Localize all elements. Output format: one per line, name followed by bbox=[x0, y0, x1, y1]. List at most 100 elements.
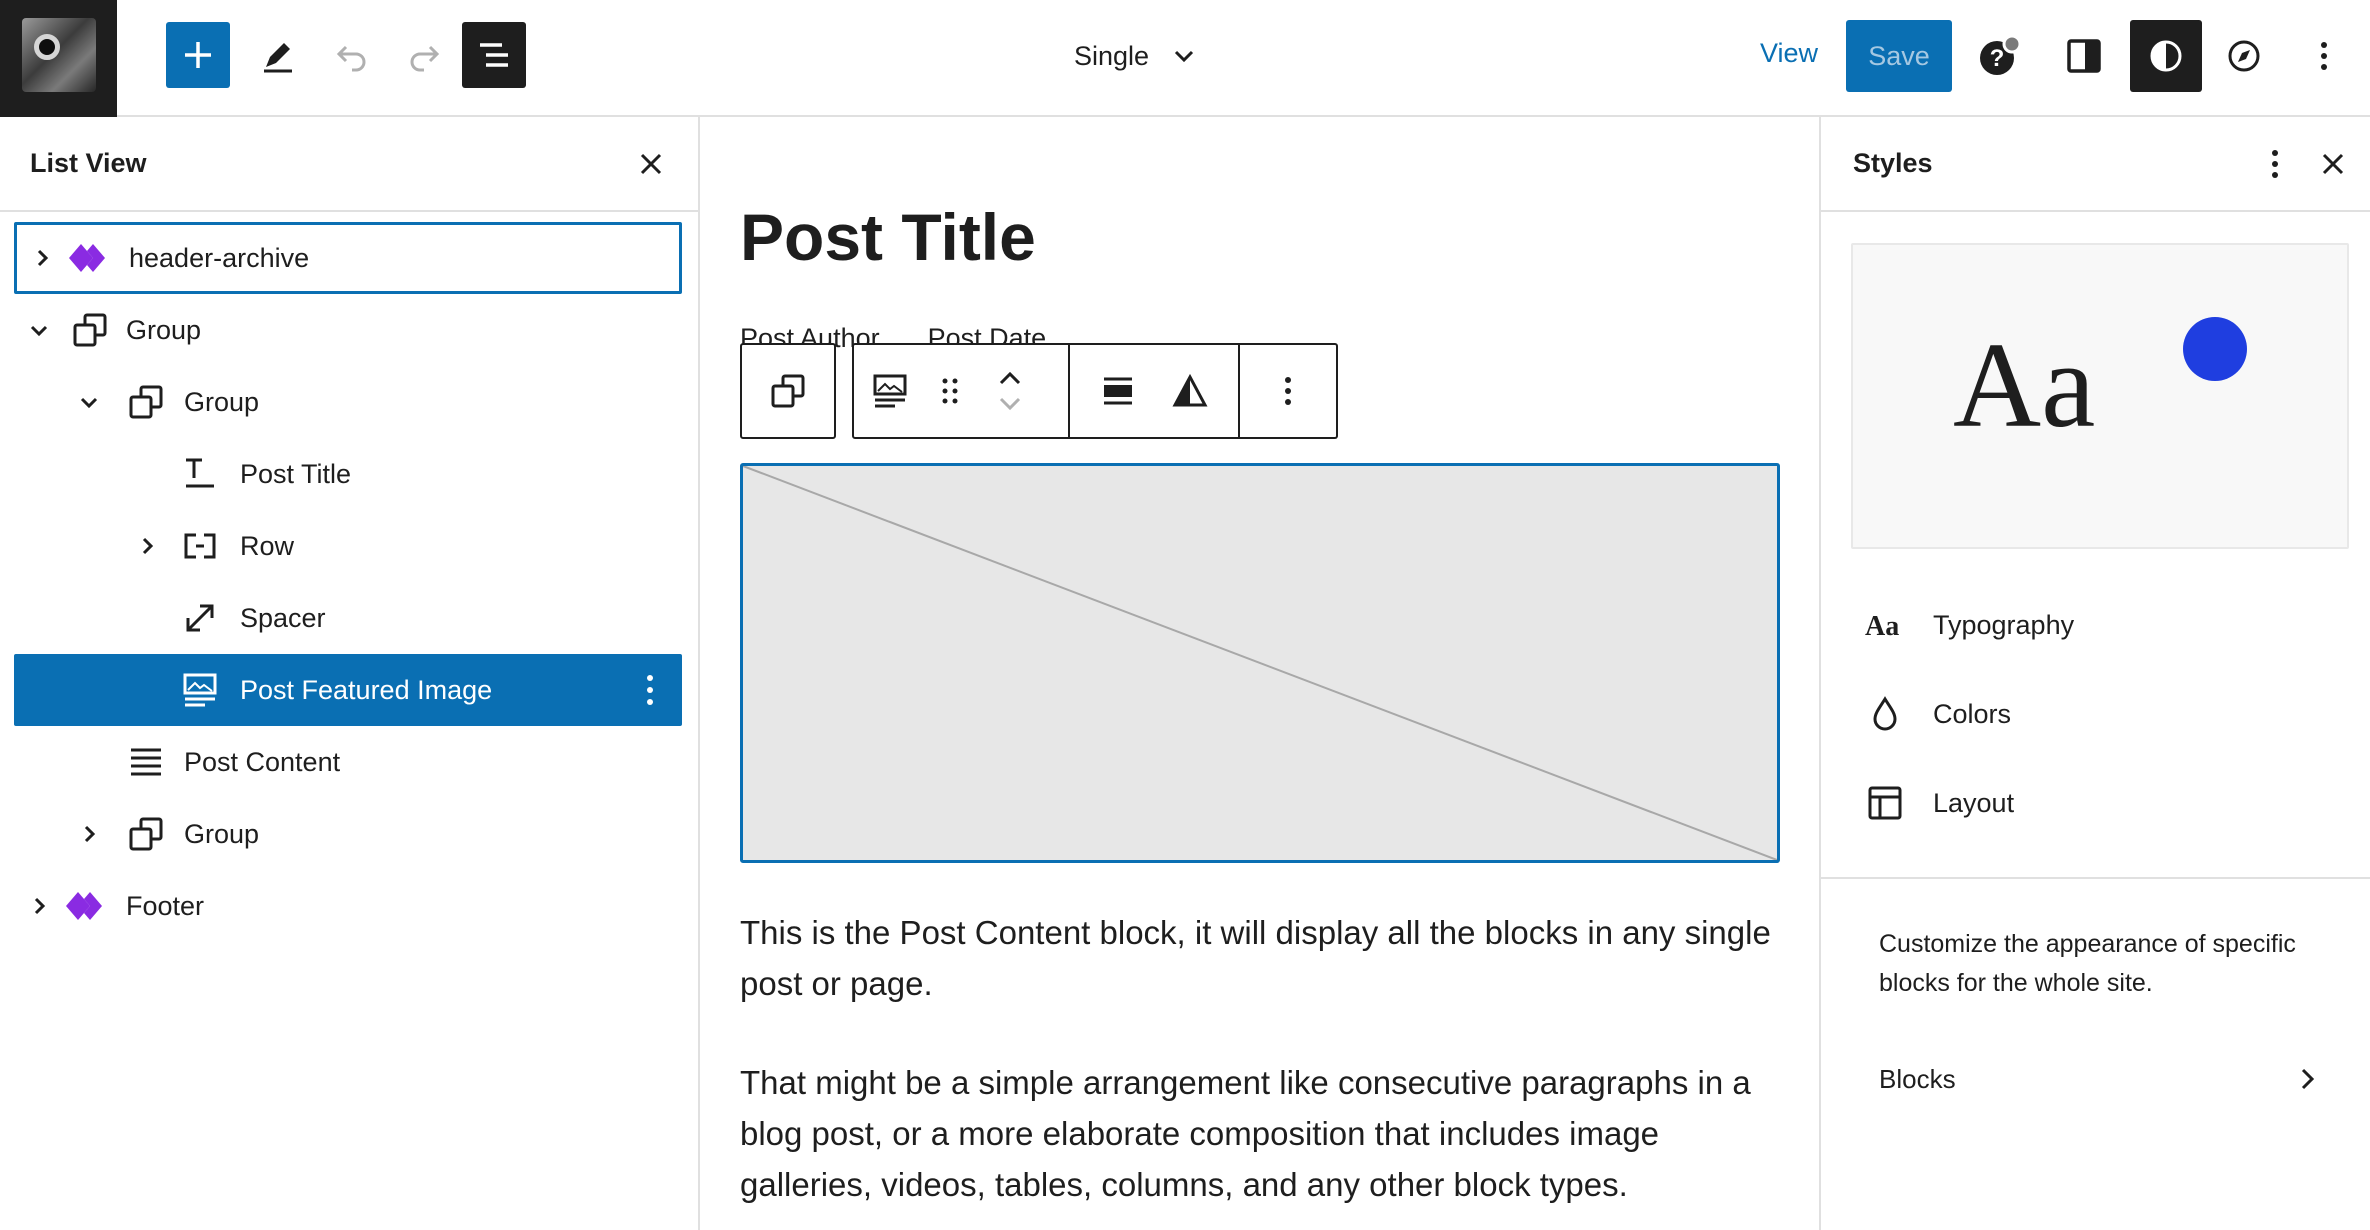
layout-nav-item[interactable]: Layout bbox=[1851, 763, 2349, 843]
list-view-tree: header-archive Group Group Post Title Ro… bbox=[0, 212, 698, 921]
chevron-right-icon[interactable] bbox=[132, 531, 162, 561]
options-group bbox=[1240, 343, 1338, 439]
template-part-icon bbox=[64, 886, 104, 926]
parent-selector-group bbox=[740, 343, 836, 439]
chevron-right-icon[interactable] bbox=[24, 891, 54, 921]
typography-nav-item[interactable]: Aa Typography bbox=[1851, 585, 2349, 665]
list-item-header-archive[interactable]: header-archive bbox=[14, 222, 682, 294]
block-type-group bbox=[852, 343, 1070, 439]
styles-panel: Styles Aa Aa Typography Colors Layout Cu… bbox=[1819, 117, 2370, 1230]
close-icon[interactable] bbox=[2316, 147, 2350, 181]
list-item-group[interactable]: Group bbox=[14, 798, 682, 870]
list-item-label: Post Featured Image bbox=[240, 674, 493, 705]
blocks-description: Customize the appearance of specific blo… bbox=[1879, 930, 2296, 997]
styles-toggle[interactable] bbox=[2130, 20, 2202, 92]
plus-icon bbox=[185, 42, 211, 68]
list-item-spacer[interactable]: Spacer bbox=[14, 582, 682, 654]
chevron-down-icon bbox=[1175, 50, 1194, 63]
blocks-nav-item[interactable]: Blocks bbox=[1879, 1049, 2319, 1109]
duotone-button[interactable] bbox=[1160, 345, 1220, 437]
post-title-icon bbox=[180, 454, 220, 494]
list-item-post-content[interactable]: Post Content bbox=[14, 726, 682, 798]
more-vertical-icon[interactable] bbox=[640, 670, 660, 710]
redo-button[interactable] bbox=[392, 22, 456, 88]
site-icon-button[interactable] bbox=[0, 0, 117, 117]
list-item-label: Footer bbox=[126, 890, 205, 921]
list-item-group[interactable]: Group bbox=[14, 294, 682, 366]
blocks-label: Blocks bbox=[1879, 1063, 1956, 1094]
chevron-down-icon[interactable] bbox=[74, 387, 104, 417]
editor-canvas[interactable]: Post Title Post Author Post Date This is… bbox=[702, 117, 1819, 1230]
document-title-dropdown[interactable]: Single bbox=[1074, 32, 1197, 80]
more-vertical-icon bbox=[2321, 42, 2327, 70]
row-icon bbox=[180, 526, 220, 566]
list-view-toggle[interactable] bbox=[462, 22, 526, 88]
typography-label: Typography bbox=[1933, 609, 2075, 640]
list-view-panel: List View header-archive Group Group Pos… bbox=[0, 117, 700, 1230]
duotone-icon bbox=[1172, 373, 1208, 407]
add-block-button[interactable] bbox=[166, 22, 230, 88]
styles-title: Styles bbox=[1853, 148, 1933, 178]
undo-button[interactable] bbox=[320, 22, 384, 88]
colors-nav-item[interactable]: Colors bbox=[1851, 674, 2349, 754]
close-icon[interactable] bbox=[634, 147, 668, 181]
drag-handle-icon bbox=[942, 378, 958, 404]
spacer-icon bbox=[180, 598, 220, 638]
list-item-label: header-archive bbox=[129, 242, 310, 273]
list-item-footer[interactable]: Footer bbox=[14, 870, 682, 942]
svg-text:Aa: Aa bbox=[1865, 611, 1899, 641]
chevron-right-icon[interactable] bbox=[27, 243, 57, 273]
help-button[interactable]: ? bbox=[1966, 22, 2034, 90]
list-item-label: Spacer bbox=[240, 602, 326, 633]
group-icon bbox=[126, 382, 166, 422]
chevron-down-icon[interactable] bbox=[24, 315, 54, 345]
list-item-row[interactable]: Row bbox=[14, 510, 682, 582]
block-options-button[interactable] bbox=[1258, 345, 1318, 437]
featured-image-icon bbox=[873, 374, 907, 408]
featured-image-icon bbox=[180, 670, 220, 710]
more-vertical-icon[interactable] bbox=[2270, 146, 2280, 182]
select-parent-button[interactable] bbox=[758, 345, 818, 437]
style-preview[interactable]: Aa bbox=[1851, 243, 2349, 549]
move-buttons[interactable] bbox=[980, 345, 1040, 437]
list-view-icon bbox=[480, 43, 508, 67]
view-link[interactable]: View bbox=[1760, 38, 1818, 69]
post-title-block[interactable]: Post Title bbox=[740, 199, 1036, 275]
help-icon: ? bbox=[1980, 34, 2022, 75]
more-vertical-icon bbox=[1285, 377, 1291, 405]
chevron-right-icon bbox=[2301, 1068, 2315, 1090]
compass-icon bbox=[2228, 40, 2260, 72]
sidebar-icon bbox=[2067, 39, 2101, 73]
list-item-group[interactable]: Group bbox=[14, 366, 682, 438]
list-item-label: Post Title bbox=[240, 458, 352, 489]
post-featured-image-placeholder[interactable] bbox=[740, 463, 1780, 863]
post-content-paragraph[interactable]: This is the Post Content block, it will … bbox=[740, 907, 1780, 1009]
site-logo-image bbox=[22, 18, 96, 92]
list-view-header: List View bbox=[0, 117, 698, 212]
navigation-button[interactable] bbox=[2210, 22, 2278, 90]
options-menu-button[interactable] bbox=[2290, 22, 2358, 90]
save-button[interactable]: Save bbox=[1846, 20, 1952, 92]
align-button[interactable] bbox=[1088, 345, 1148, 437]
list-item-post-title[interactable]: Post Title bbox=[14, 438, 682, 510]
redo-icon bbox=[410, 45, 440, 72]
list-item-label: Group bbox=[184, 818, 260, 849]
post-content-paragraph[interactable]: That might be a simple arrangement like … bbox=[740, 1057, 1780, 1210]
list-item-label: Post Content bbox=[184, 746, 341, 777]
list-item-label: Group bbox=[184, 386, 260, 417]
list-item-post-featured-image[interactable]: Post Featured Image bbox=[14, 654, 682, 726]
chevron-right-icon[interactable] bbox=[74, 819, 104, 849]
colors-label: Colors bbox=[1933, 698, 2012, 729]
preview-typography-sample: Aa bbox=[1953, 318, 2096, 453]
drag-handle[interactable] bbox=[920, 345, 980, 437]
settings-sidebar-toggle[interactable] bbox=[2050, 22, 2118, 90]
site-logo-detail bbox=[34, 34, 60, 60]
tools-button[interactable] bbox=[246, 22, 310, 88]
editor-header: Single View Save ? bbox=[0, 0, 2370, 117]
block-toolbar bbox=[740, 343, 1338, 439]
styles-header-actions bbox=[2270, 146, 2350, 182]
block-type-button[interactable] bbox=[860, 345, 920, 437]
undo-icon bbox=[336, 45, 366, 72]
divider bbox=[1821, 877, 2370, 879]
layout-label: Layout bbox=[1933, 787, 2015, 818]
